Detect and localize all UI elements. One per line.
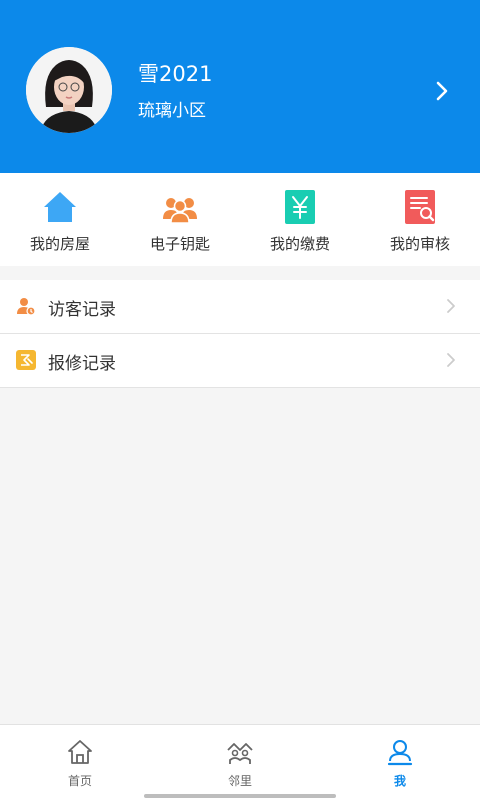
quick-action-label: 我的缴费 <box>269 235 330 253</box>
tab-label: 邻里 <box>227 774 252 788</box>
tab-neighbors[interactable]: 邻里 <box>160 725 320 801</box>
document-search-icon <box>402 189 438 225</box>
user-name: 雪2021 <box>138 62 213 86</box>
chevron-right-icon <box>444 296 458 316</box>
neighbors-tab-icon <box>226 738 254 766</box>
list-item-label: 报修记录 <box>48 354 116 374</box>
chevron-right-icon[interactable] <box>432 78 452 104</box>
people-icon <box>162 189 198 225</box>
yuan-icon <box>282 189 318 225</box>
bottom-tab-bar: 首页 邻里 我 <box>0 724 480 801</box>
list-item-label: 访客记录 <box>48 300 116 320</box>
records-list: 访客记录 报修记录 <box>0 280 480 388</box>
quick-actions: 我的房屋 电子钥匙 我的缴费 我的审核 <box>0 173 480 266</box>
quick-action-my-review[interactable]: 我的审核 <box>360 173 480 266</box>
quick-action-label: 我的审核 <box>389 235 450 253</box>
avatar[interactable] <box>26 47 112 133</box>
list-item-repair-records[interactable]: 报修记录 <box>0 334 480 388</box>
tab-label: 我 <box>393 774 406 788</box>
quick-action-my-house[interactable]: 我的房屋 <box>0 173 120 266</box>
quick-action-label: 电子钥匙 <box>149 235 210 253</box>
quick-action-e-key[interactable]: 电子钥匙 <box>120 173 240 266</box>
quick-action-label: 我的房屋 <box>29 235 90 253</box>
visitor-icon <box>16 296 36 316</box>
profile-header[interactable]: 雪2021 琉璃小区 <box>0 0 480 173</box>
quick-action-my-payment[interactable]: 我的缴费 <box>240 173 360 266</box>
home-indicator[interactable] <box>144 794 336 798</box>
tab-home[interactable]: 首页 <box>0 725 160 801</box>
tab-me[interactable]: 我 <box>320 725 480 801</box>
repair-icon <box>16 350 36 370</box>
chevron-right-icon <box>444 350 458 370</box>
list-item-visitor-records[interactable]: 访客记录 <box>0 280 480 334</box>
me-tab-icon <box>386 738 414 766</box>
tab-label: 首页 <box>67 774 92 788</box>
community-name: 琉璃小区 <box>138 101 206 121</box>
house-icon <box>42 189 78 225</box>
home-tab-icon <box>66 738 94 766</box>
